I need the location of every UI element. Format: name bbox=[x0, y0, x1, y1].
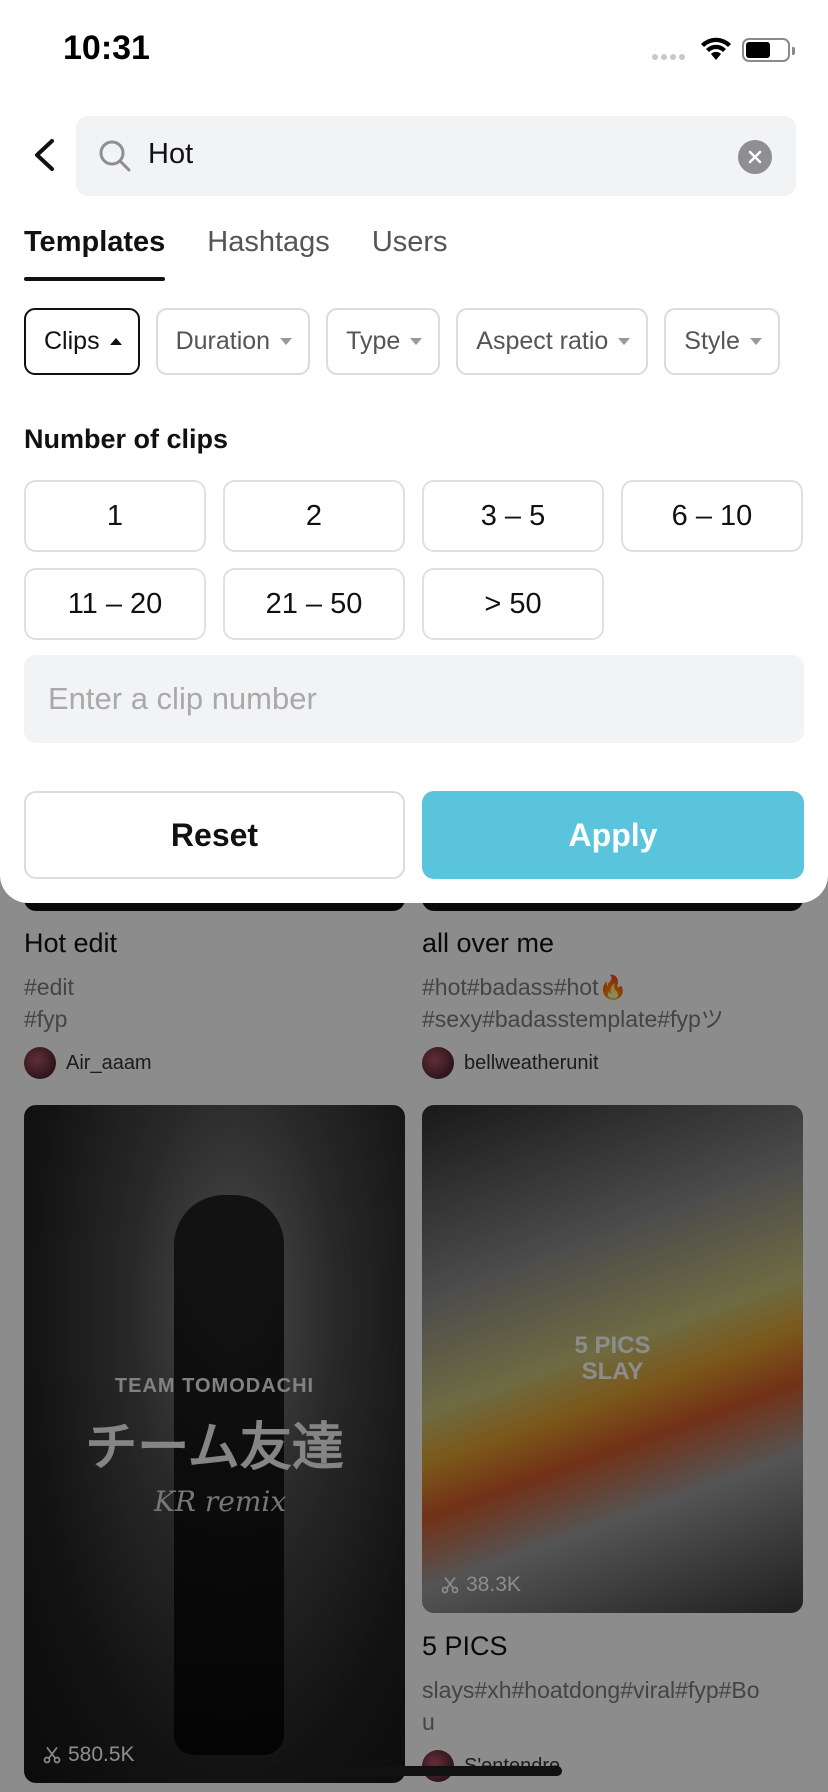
filter-aspect-ratio[interactable]: Aspect ratio bbox=[456, 308, 649, 375]
filter-style[interactable]: Style bbox=[664, 308, 780, 375]
caret-down-icon bbox=[280, 338, 293, 345]
cellular-signal-icon bbox=[652, 54, 685, 60]
filter-label: Aspect ratio bbox=[476, 327, 609, 355]
clip-option-2[interactable]: 2 bbox=[223, 480, 405, 552]
clip-option-over-50[interactable]: > 50 bbox=[422, 568, 604, 640]
back-button[interactable] bbox=[24, 133, 64, 177]
filter-label: Clips bbox=[44, 327, 100, 355]
clip-number-input[interactable] bbox=[24, 655, 804, 743]
filter-label: Duration bbox=[175, 327, 271, 355]
tab-templates[interactable]: Templates bbox=[24, 226, 166, 281]
filter-label: Style bbox=[684, 327, 740, 355]
tab-hashtags[interactable]: Hashtags bbox=[207, 226, 330, 277]
search-icon bbox=[99, 140, 131, 172]
tab-users[interactable]: Users bbox=[372, 226, 448, 277]
status-time: 10:31 bbox=[63, 29, 150, 67]
filter-clips[interactable]: Clips bbox=[24, 308, 140, 375]
clip-option-11-20[interactable]: 11 – 20 bbox=[24, 568, 206, 640]
filter-sheet: 10:31 Hot Templates Hashtags Users Clips… bbox=[0, 0, 828, 903]
caret-down-icon bbox=[410, 338, 423, 345]
filter-type[interactable]: Type bbox=[326, 308, 441, 375]
clip-option-6-10[interactable]: 6 – 10 bbox=[621, 480, 803, 552]
filter-chips: Clips Duration Type Aspect ratio Style bbox=[24, 308, 780, 375]
clip-option-3-5[interactable]: 3 – 5 bbox=[422, 480, 604, 552]
search-tabs: Templates Hashtags Users bbox=[24, 226, 490, 281]
search-field[interactable]: Hot bbox=[76, 116, 796, 196]
search-query[interactable]: Hot bbox=[148, 138, 193, 171]
apply-button[interactable]: Apply bbox=[422, 791, 804, 879]
close-icon bbox=[748, 150, 762, 164]
clip-option-21-50[interactable]: 21 – 50 bbox=[223, 568, 405, 640]
caret-down-icon bbox=[618, 338, 631, 345]
filter-duration[interactable]: Duration bbox=[155, 308, 311, 375]
caret-down-icon bbox=[749, 338, 762, 345]
filter-label: Type bbox=[346, 327, 401, 355]
wifi-icon bbox=[701, 37, 731, 60]
clips-section-title: Number of clips bbox=[24, 424, 229, 454]
caret-up-icon bbox=[109, 338, 122, 345]
chevron-left-icon bbox=[35, 139, 54, 171]
clear-search-button[interactable] bbox=[738, 140, 772, 174]
status-bar: 10:31 bbox=[0, 0, 828, 96]
reset-button[interactable]: Reset bbox=[24, 791, 405, 879]
battery-icon bbox=[742, 38, 795, 62]
clip-option-1[interactable]: 1 bbox=[24, 480, 206, 552]
home-indicator bbox=[266, 1766, 562, 1776]
